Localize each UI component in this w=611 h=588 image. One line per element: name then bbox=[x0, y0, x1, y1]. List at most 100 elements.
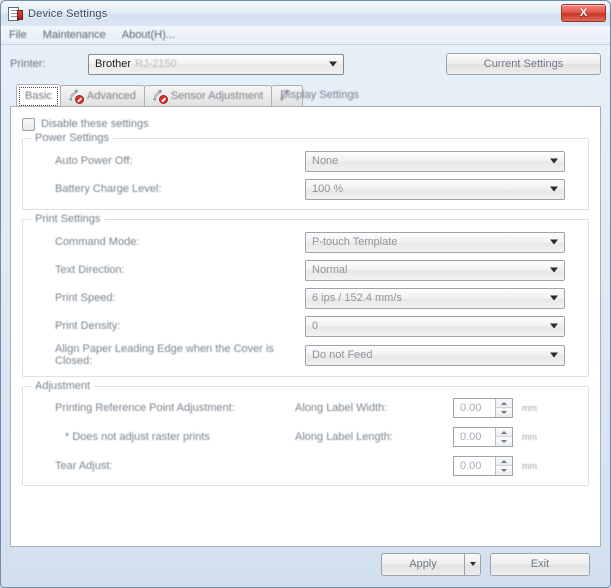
auto-power-off-label: Auto Power Off: bbox=[55, 155, 133, 167]
print-speed-select[interactable]: 6 ips / 152.4 mm/s bbox=[305, 287, 565, 309]
chevron-down-icon bbox=[550, 239, 558, 245]
power-settings-title: Power Settings bbox=[31, 132, 113, 144]
command-mode-row: Command Mode: P-touch Template bbox=[33, 231, 578, 253]
align-paper-leading-edge-label: Align Paper Leading Edge when the Cover … bbox=[55, 343, 274, 367]
chevron-down-icon bbox=[550, 158, 558, 164]
text-direction-select[interactable]: Normal bbox=[305, 259, 565, 281]
tear-adjust-unit: mm bbox=[522, 461, 537, 471]
print-density-row: Print Density: 0 bbox=[33, 315, 578, 337]
printer-label: Printer: bbox=[10, 58, 46, 70]
chevron-down-icon bbox=[550, 267, 558, 273]
print-speed-value: 6 ips / 152.4 mm/s bbox=[312, 292, 402, 304]
text-direction-value: Normal bbox=[312, 264, 348, 276]
stepper-up-icon[interactable] bbox=[496, 428, 512, 437]
stepper-down-icon[interactable] bbox=[496, 408, 512, 417]
chevron-down-icon bbox=[550, 352, 558, 358]
print-settings-title: Print Settings bbox=[31, 213, 105, 225]
tab-advanced-label: Advanced bbox=[86, 90, 136, 102]
print-density-label: Print Density: bbox=[55, 320, 121, 332]
apply-dropdown-icon[interactable] bbox=[464, 552, 481, 576]
printing-reference-point-label: Printing Reference Point Adjustment: bbox=[55, 402, 235, 414]
stepper-up-icon[interactable] bbox=[496, 457, 512, 466]
disable-settings-checkbox[interactable] bbox=[22, 117, 35, 131]
stepper-down-icon[interactable] bbox=[496, 466, 512, 475]
menu-item-about[interactable]: About(H)... bbox=[122, 29, 175, 41]
text-direction-row: Text Direction: Normal bbox=[33, 259, 578, 281]
auto-power-off-select[interactable]: None bbox=[305, 150, 565, 172]
chevron-down-icon bbox=[550, 186, 558, 192]
align-paper-leading-edge-value: Do not Feed bbox=[312, 349, 373, 361]
menu-bar: File Maintenance About(H)... bbox=[1, 26, 610, 45]
tab-display-settings-label: Display Settings bbox=[280, 89, 360, 101]
chevron-down-icon bbox=[550, 295, 558, 301]
footer-bar: Apply Exit bbox=[10, 547, 601, 581]
print-speed-row: Print Speed: 6 ips / 152.4 mm/s bbox=[33, 287, 578, 309]
chevron-down-icon bbox=[329, 61, 337, 67]
tab-advanced[interactable]: Advanced bbox=[59, 85, 145, 106]
device-settings-window: Device Settings X File Maintenance About… bbox=[0, 0, 611, 588]
auto-power-off-row: Auto Power Off: None bbox=[33, 150, 578, 172]
tear-adjust-label: Tear Adjust: bbox=[55, 460, 113, 472]
tab-display-settings[interactable]: Display Settings bbox=[271, 85, 359, 106]
close-icon[interactable]: X bbox=[561, 4, 606, 22]
tear-adjust-spacer bbox=[295, 456, 453, 460]
print-density-select[interactable]: 0 bbox=[305, 315, 565, 337]
apply-split-button: Apply bbox=[381, 552, 481, 576]
printer-row: Printer: Brother RJ-2150 Current Setting… bbox=[10, 53, 601, 75]
current-settings-button[interactable]: Current Settings bbox=[446, 53, 601, 75]
menu-item-maintenance[interactable]: Maintenance bbox=[43, 29, 106, 41]
tab-strip: Basic Advanced Sensor Adjustment Display… bbox=[10, 84, 601, 106]
battery-charge-level-select[interactable]: 100 % bbox=[305, 178, 565, 200]
printer-brand: Brother bbox=[95, 58, 132, 70]
battery-charge-level-row: Battery Charge Level: 100 % bbox=[33, 178, 578, 200]
window-title: Device Settings bbox=[28, 7, 108, 20]
align-paper-leading-edge-select[interactable]: Do not Feed bbox=[305, 344, 565, 366]
raster-note-row: * Does not adjust raster prints Along La… bbox=[33, 427, 578, 447]
adjustment-title: Adjustment bbox=[31, 380, 95, 392]
chevron-down-icon bbox=[550, 323, 558, 329]
align-paper-leading-edge-row: Align Paper Leading Edge when the Cover … bbox=[33, 343, 578, 367]
tab-basic-label: Basic bbox=[25, 89, 52, 102]
along-label-length-label: Along Label Length: bbox=[295, 431, 393, 443]
battery-charge-level-value: 100 % bbox=[312, 183, 344, 195]
along-label-width-label: Along Label Width: bbox=[295, 402, 388, 414]
battery-charge-level-label: Battery Charge Level: bbox=[55, 183, 162, 195]
exit-button[interactable]: Exit bbox=[490, 552, 590, 576]
stepper-down-icon[interactable] bbox=[496, 437, 512, 446]
apply-button[interactable]: Apply bbox=[381, 552, 464, 576]
stepper-up-icon[interactable] bbox=[496, 399, 512, 408]
auto-power-off-value: None bbox=[312, 155, 339, 167]
printing-reference-point-row: Printing Reference Point Adjustment: Alo… bbox=[33, 398, 578, 418]
along-label-length-stepper[interactable]: 0.00 bbox=[453, 427, 513, 447]
title-bar: Device Settings X bbox=[1, 1, 610, 26]
power-settings-group: Power Settings Auto Power Off: None Batt… bbox=[22, 132, 589, 210]
along-label-length-value: 0.00 bbox=[460, 431, 482, 443]
print-settings-group: Print Settings Command Mode: P-touch Tem… bbox=[22, 213, 589, 377]
tab-basic[interactable]: Basic bbox=[16, 84, 61, 106]
along-label-width-unit: mm bbox=[522, 403, 537, 413]
app-icon bbox=[7, 6, 23, 22]
printer-model: RJ-2150 bbox=[135, 58, 177, 70]
command-mode-value: P-touch Template bbox=[312, 236, 398, 248]
wrench-blocked-icon bbox=[69, 89, 84, 104]
printer-select[interactable]: Brother RJ-2150 bbox=[88, 53, 344, 75]
tab-sensor-adjustment[interactable]: Sensor Adjustment bbox=[143, 85, 273, 106]
stepper-buttons bbox=[495, 399, 512, 417]
tab-sensor-adjustment-label: Sensor Adjustment bbox=[170, 90, 264, 102]
along-label-width-stepper[interactable]: 0.00 bbox=[453, 398, 513, 418]
disable-settings-label: Disable these settings bbox=[41, 118, 149, 130]
command-mode-select[interactable]: P-touch Template bbox=[305, 231, 565, 253]
wrench-blocked-icon: Display Settings bbox=[280, 89, 359, 103]
text-direction-label: Text Direction: bbox=[55, 264, 125, 276]
tear-adjust-row: Tear Adjust: 0.00 mm bbox=[33, 456, 578, 476]
along-label-width-value: 0.00 bbox=[460, 402, 482, 414]
basic-tab-panel: Disable these settings Power Settings Au… bbox=[10, 106, 601, 547]
raster-note-label: * Does not adjust raster prints bbox=[65, 431, 210, 443]
print-speed-label: Print Speed: bbox=[55, 292, 116, 304]
tear-adjust-stepper[interactable]: 0.00 bbox=[453, 456, 513, 476]
menu-item-file[interactable]: File bbox=[9, 29, 27, 41]
wrench-blocked-icon bbox=[153, 89, 168, 104]
disable-settings-row: Disable these settings bbox=[22, 116, 589, 132]
print-density-value: 0 bbox=[312, 320, 319, 332]
stepper-buttons bbox=[495, 457, 512, 475]
